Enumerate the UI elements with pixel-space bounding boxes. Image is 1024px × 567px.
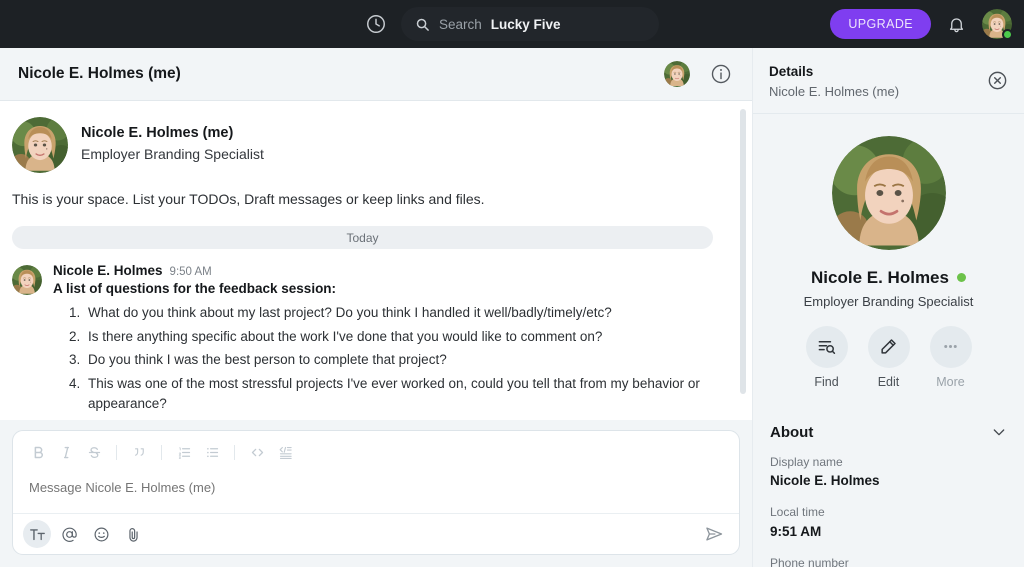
code-icon[interactable] — [244, 440, 270, 464]
message-lead-text: A list of questions for the feedback ses… — [53, 281, 726, 296]
message-input[interactable] — [13, 471, 739, 513]
profile-name: Nicole E. Holmes — [811, 268, 949, 288]
bell-icon[interactable] — [947, 15, 966, 34]
message-list: Nicole E. Holmes (me) Employer Branding … — [0, 101, 752, 420]
online-status-dot — [1002, 29, 1013, 40]
list-item: Do you think I was the best person to co… — [84, 350, 726, 371]
mention-icon[interactable] — [55, 520, 83, 548]
about-field-phone-number: Phone number — [770, 555, 1007, 567]
self-space-intro: Nicole E. Holmes (me) Employer Branding … — [12, 115, 726, 173]
details-subtitle: Nicole E. Holmes (me) — [769, 82, 899, 102]
clock-icon[interactable] — [365, 13, 387, 35]
italic-icon[interactable] — [53, 440, 79, 464]
field-value: 9:51 AM — [770, 522, 1007, 542]
composer-toolbar — [13, 513, 739, 554]
details-title: Details — [769, 62, 899, 82]
attachment-icon[interactable] — [119, 520, 147, 548]
intro-meta: Nicole E. Holmes (me) Employer Branding … — [81, 117, 264, 173]
composer-area — [0, 420, 752, 567]
profile-actions: Find Edit — [806, 326, 972, 408]
profile-role: Employer Branding Specialist — [804, 294, 974, 309]
status-badge — [957, 273, 966, 282]
message-body: Nicole E. Holmes 9:50 AM A list of quest… — [53, 263, 726, 420]
message-item: Nicole E. Holmes 9:50 AM A list of quest… — [12, 263, 726, 420]
edit-action-button[interactable]: Edit — [868, 326, 910, 389]
details-panel: Details Nicole E. Holmes (me) — [752, 48, 1024, 567]
date-divider-label: Today — [346, 231, 378, 245]
bold-icon[interactable] — [25, 440, 51, 464]
field-label: Phone number — [770, 555, 1007, 567]
search-input[interactable]: Search Lucky Five — [401, 7, 659, 41]
edit-action-label: Edit — [878, 375, 900, 389]
pencil-icon — [868, 326, 910, 368]
intro-role: Employer Branding Specialist — [81, 144, 264, 165]
search-term: Lucky Five — [491, 17, 561, 32]
conversation-avatar[interactable] — [664, 61, 690, 87]
list-item: What do you think about my last project?… — [84, 303, 726, 324]
info-icon[interactable] — [710, 63, 732, 85]
toolbar-divider — [234, 445, 235, 460]
page-title: Nicole E. Holmes (me) — [18, 65, 181, 83]
chevron-down-icon[interactable] — [991, 424, 1007, 440]
conversation-header: Nicole E. Holmes (me) — [0, 48, 752, 101]
profile-name-row: Nicole E. Holmes — [811, 268, 966, 288]
ordered-list-icon[interactable] — [171, 440, 197, 464]
message-composer — [12, 430, 740, 555]
more-action-button[interactable]: More — [930, 326, 972, 389]
top-bar: Search Lucky Five UPGRADE — [0, 0, 1024, 48]
send-icon[interactable] — [699, 520, 729, 548]
about-section: About Display name Nicole E. Holmes Loca… — [753, 408, 1024, 567]
code-block-icon[interactable] — [272, 440, 298, 464]
more-action-label: More — [936, 375, 964, 389]
emoji-icon[interactable] — [87, 520, 115, 548]
scrollbar-thumb[interactable] — [740, 109, 746, 394]
details-profile: Nicole E. Holmes Employer Branding Speci… — [753, 114, 1024, 408]
app-window: Search Lucky Five UPGRADE — [0, 0, 1024, 567]
intro-description: This is your space. List your TODOs, Dra… — [12, 191, 726, 207]
list-item: This was one of the most stressful proje… — [84, 374, 726, 415]
message-list-scrollbar[interactable] — [740, 109, 746, 412]
user-avatar[interactable] — [982, 9, 1012, 39]
intro-name: Nicole E. Holmes (me) — [81, 123, 264, 144]
find-icon — [806, 326, 848, 368]
avatar — [12, 117, 68, 173]
field-label: Local time — [770, 504, 1007, 521]
more-dots-icon — [930, 326, 972, 368]
list-item: Is there anything specific about the wor… — [84, 327, 726, 348]
conversation-header-actions — [664, 61, 732, 87]
main-body: Nicole E. Holmes (me) — [0, 48, 1024, 567]
message-author: Nicole E. Holmes — [53, 263, 163, 278]
field-label: Display name — [770, 454, 1007, 471]
message-timestamp: 9:50 AM — [170, 266, 212, 278]
search-placeholder-label: Search — [439, 17, 482, 32]
toolbar-divider — [116, 445, 117, 460]
details-header-text: Details Nicole E. Holmes (me) — [769, 62, 899, 102]
toolbar-divider — [161, 445, 162, 460]
bulleted-list-icon[interactable] — [199, 440, 225, 464]
message-header: Nicole E. Holmes 9:50 AM — [53, 263, 726, 278]
about-field-display-name: Display name Nicole E. Holmes — [770, 454, 1007, 492]
strikethrough-icon[interactable] — [81, 440, 107, 464]
close-icon[interactable] — [987, 70, 1008, 91]
upgrade-button[interactable]: UPGRADE — [830, 9, 931, 39]
top-bar-right: UPGRADE — [830, 9, 1024, 39]
conversation-pane: Nicole E. Holmes (me) — [0, 48, 752, 567]
formatting-toolbar — [13, 431, 739, 471]
find-action-label: Find — [814, 375, 838, 389]
search-icon — [415, 17, 430, 32]
list-item: Do you think that I need more traning/le… — [84, 418, 726, 420]
field-value: Nicole E. Holmes — [770, 471, 1007, 491]
text-format-icon[interactable] — [23, 520, 51, 548]
date-divider: Today — [12, 226, 726, 249]
about-header[interactable]: About — [770, 424, 1007, 441]
details-header: Details Nicole E. Holmes (me) — [753, 48, 1024, 114]
avatar — [832, 136, 946, 250]
quote-icon[interactable] — [126, 440, 152, 464]
avatar — [12, 265, 42, 295]
question-list: What do you think about my last project?… — [53, 303, 726, 420]
about-field-local-time: Local time 9:51 AM — [770, 504, 1007, 542]
find-action-button[interactable]: Find — [806, 326, 848, 389]
about-title: About — [770, 424, 813, 441]
